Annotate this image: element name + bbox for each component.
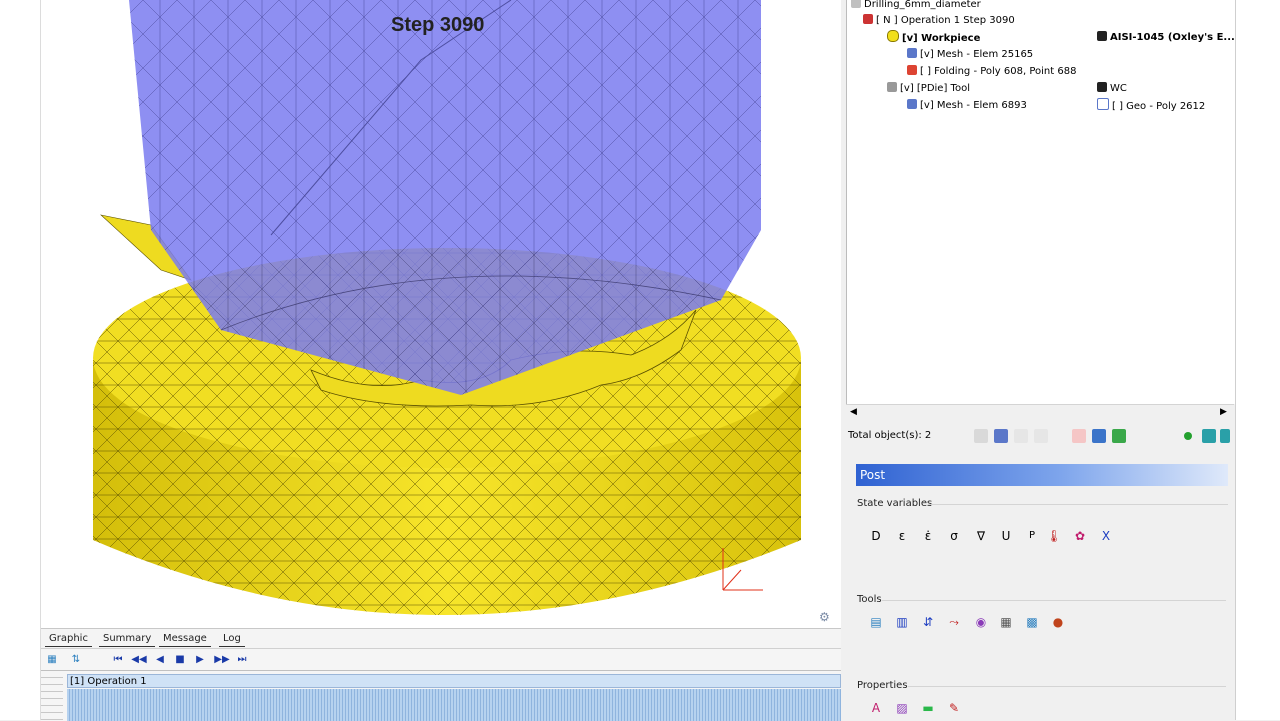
tree-workpiece-mesh[interactable]: [v] Mesh - Elem 25165 <box>907 47 1033 63</box>
material-icon <box>1097 82 1107 92</box>
left-gutter <box>0 0 41 720</box>
object-group-icon[interactable] <box>1202 429 1216 443</box>
state-variables-label: State variables <box>857 498 933 509</box>
point-tracking-icon[interactable]: ⤳ <box>946 614 962 630</box>
view-options-icon[interactable]: ⚙ <box>819 610 830 624</box>
image-icon[interactable]: ▦ <box>43 652 61 668</box>
pressure-variable-icon[interactable]: P <box>1024 528 1040 544</box>
geometry-icon <box>1097 98 1109 110</box>
damage-variable-icon[interactable]: D <box>868 528 884 544</box>
tab-graphic[interactable]: Graphic <box>45 631 92 647</box>
displacement-variable-icon[interactable]: U <box>998 528 1014 544</box>
tool-edit-icon[interactable] <box>1072 429 1086 443</box>
property-edit-icon[interactable]: ✎ <box>946 700 962 716</box>
tree-root[interactable]: Drilling_6mm_diameter <box>851 0 981 13</box>
right-margin <box>1235 0 1280 720</box>
view-mesh-icon[interactable] <box>994 429 1008 443</box>
strain-variable-icon[interactable]: ε <box>894 528 910 544</box>
damage-map-icon[interactable]: ✿ <box>1072 528 1088 544</box>
color-picker-icon[interactable] <box>1092 429 1106 443</box>
tree-tool[interactable]: [v] [PDie] Tool <box>887 81 970 97</box>
tree-status-row: Total object(s): 2 <box>846 427 1234 447</box>
status-dot-icon <box>1184 432 1192 440</box>
post-header: Post <box>856 464 1228 486</box>
post-panel: Post State variables D ε ε̇ σ ∇ U P 🌡 ✿ … <box>846 450 1234 720</box>
scroll-right-icon[interactable]: ▶ <box>1220 407 1227 417</box>
sphere-icon[interactable]: ◉ <box>973 614 989 630</box>
step-label: Step 3090 <box>391 14 485 36</box>
view-outline-icon[interactable] <box>1034 429 1048 443</box>
chart-icon[interactable]: ▥ <box>894 614 910 630</box>
property-b-icon[interactable]: ▨ <box>894 700 910 716</box>
tab-message[interactable]: Message <box>159 631 211 647</box>
strain-rate-variable-icon[interactable]: ε̇ <box>920 528 936 544</box>
section-divider <box>908 686 1226 687</box>
material-icon <box>1097 31 1107 41</box>
view-tabbar: Graphic Summary Message Log <box>41 628 841 649</box>
stop-icon[interactable]: ■ <box>171 652 189 668</box>
export-icon[interactable] <box>1112 429 1126 443</box>
total-objects-label: Total object(s): 2 <box>848 430 932 441</box>
ball-icon[interactable]: ● <box>1050 614 1066 630</box>
simulation-3d-view <box>93 0 801 615</box>
workpiece-color-icon <box>887 30 899 42</box>
rewind-icon[interactable]: ◀◀ <box>130 652 148 668</box>
flow-icon[interactable]: ⇵ <box>920 614 936 630</box>
prev-step-icon[interactable]: ◀ <box>151 652 169 668</box>
timeline-step-ticks[interactable] <box>67 689 841 721</box>
grid-icon[interactable]: ▩ <box>1024 614 1040 630</box>
tool-material[interactable]: WC <box>1097 81 1127 97</box>
report-icon[interactable]: ▤ <box>868 614 884 630</box>
tool-icon <box>887 82 897 92</box>
tab-summary[interactable]: Summary <box>99 631 156 647</box>
timeline-operation-label: [1] Operation 1 <box>67 674 841 688</box>
property-color-icon[interactable]: ▬ <box>920 700 936 716</box>
scroll-left-icon[interactable]: ◀ <box>850 407 857 417</box>
graphic-viewport[interactable]: Step 3090 ⚙ <box>41 0 841 628</box>
play-icon[interactable]: ▶ <box>191 652 209 668</box>
step-timeline[interactable]: [1] Operation 1 <box>41 670 841 721</box>
table-icon[interactable]: ▦ <box>998 614 1014 630</box>
velocity-variable-icon[interactable]: ∇ <box>973 528 989 544</box>
workpiece-material[interactable]: AISI-1045 (Oxley's E... <box>1097 30 1235 46</box>
operation-icon <box>863 14 873 24</box>
view-hidden-icon[interactable] <box>1014 429 1028 443</box>
tree-horizontal-scrollbar[interactable]: ◀ ▶ <box>846 404 1234 421</box>
tab-log[interactable]: Log <box>219 631 245 647</box>
properties-label: Properties <box>857 680 908 691</box>
tree-operation[interactable]: [ N ] Operation 1 Step 3090 <box>863 13 1015 29</box>
tree-folding[interactable]: [ ] Folding - Poly 608, Point 688 <box>907 64 1076 80</box>
tool-geometry[interactable]: [ ] Geo - Poly 2612 <box>1097 98 1205 114</box>
property-a-icon[interactable]: A <box>868 700 884 716</box>
project-icon <box>851 0 861 8</box>
section-divider <box>928 504 1228 505</box>
clear-variables-icon[interactable]: X <box>1098 528 1114 544</box>
last-step-icon[interactable]: ⏭ <box>233 652 251 668</box>
object-tree[interactable]: Drilling_6mm_diameter [ N ] Operation 1 … <box>846 0 1235 404</box>
more-icon[interactable] <box>1220 429 1230 443</box>
temperature-icon[interactable]: 🌡 <box>1046 528 1062 544</box>
first-step-icon[interactable]: ⏮ <box>109 652 127 668</box>
steps-icon[interactable]: ⇅ <box>67 652 85 668</box>
tools-label: Tools <box>857 594 882 605</box>
folding-icon <box>907 65 917 75</box>
tree-tool-mesh[interactable]: [v] Mesh - Elem 6893 <box>907 98 1027 114</box>
fast-forward-icon[interactable]: ▶▶ <box>213 652 231 668</box>
animation-toolbar: ▦ ⇅ ⏮ ◀◀ ◀ ■ ▶ ▶▶ ⏭ <box>41 648 841 671</box>
tree-workpiece[interactable]: [v] Workpiece <box>887 30 980 46</box>
stress-variable-icon[interactable]: σ <box>946 528 962 544</box>
section-divider <box>882 600 1226 601</box>
mesh-icon <box>907 99 917 109</box>
mesh-icon <box>907 48 917 58</box>
timeline-gutter <box>41 671 63 721</box>
view-solid-icon[interactable] <box>974 429 988 443</box>
